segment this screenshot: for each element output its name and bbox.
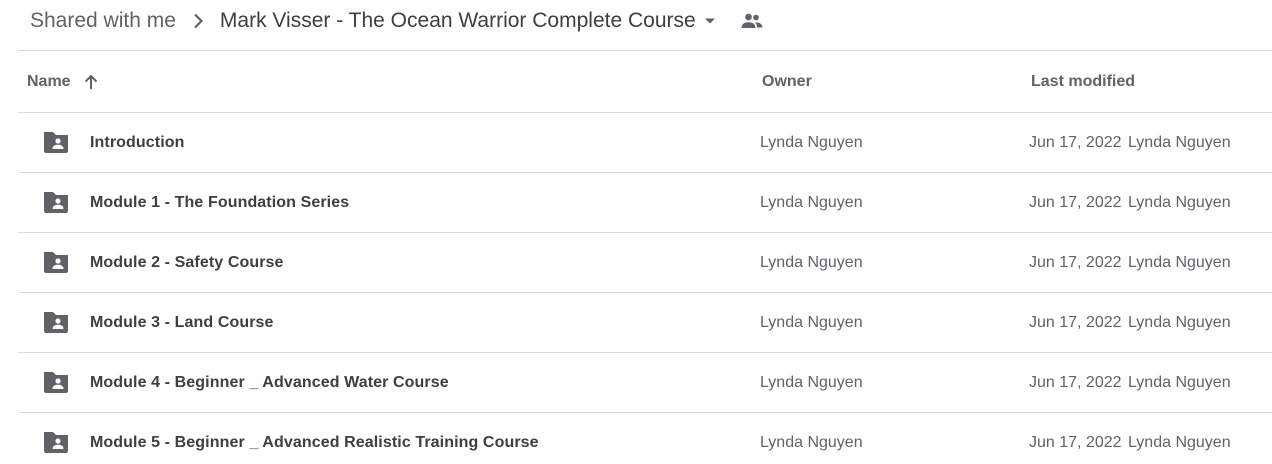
row-owner: Lynda Nguyen (760, 193, 863, 211)
row-modified-by: Lynda Nguyen (1128, 193, 1231, 211)
row-name: Module 4 - Beginner _ Advanced Water Cou… (90, 373, 449, 391)
row-name: Module 5 - Beginner _ Advanced Realistic… (90, 433, 539, 451)
breadcrumb: Shared with me Mark Visser - The Ocean W… (30, 0, 764, 42)
row-modified-date: Jun 17, 2022 (1029, 313, 1122, 331)
column-header-last-modified[interactable]: Last modified (1031, 51, 1135, 112)
row-owner: Lynda Nguyen (760, 133, 863, 151)
caret-down-icon[interactable] (704, 17, 716, 25)
row-name: Module 1 - The Foundation Series (90, 193, 350, 211)
breadcrumb-current-label: Mark Visser - The Ocean Warrior Complete… (219, 9, 696, 32)
row-modified-by: Lynda Nguyen (1128, 373, 1231, 391)
shared-folder-icon (42, 310, 70, 334)
shared-folder-icon (42, 430, 70, 454)
table-row[interactable]: Module 5 - Beginner _ Advanced Realistic… (18, 413, 1272, 464)
row-modified-date: Jun 17, 2022 (1029, 373, 1122, 391)
arrow-up-icon[interactable] (83, 74, 99, 90)
row-owner: Lynda Nguyen (760, 253, 863, 271)
row-owner: Lynda Nguyen (760, 433, 863, 451)
row-name: Module 3 - Land Course (90, 313, 274, 331)
shared-folder-icon (42, 250, 70, 274)
table-row[interactable]: Introduction Lynda Nguyen Jun 17, 2022 L… (18, 113, 1272, 173)
list-header: Name Owner Last modified (18, 51, 1272, 113)
shared-folder-icon (42, 370, 70, 394)
table-row[interactable]: Module 4 - Beginner _ Advanced Water Cou… (18, 353, 1272, 413)
file-list: Introduction Lynda Nguyen Jun 17, 2022 L… (18, 113, 1272, 464)
column-header-name-label: Name (27, 72, 71, 90)
row-modified-by: Lynda Nguyen (1128, 433, 1231, 451)
table-row[interactable]: Module 2 - Safety Course Lynda Nguyen Ju… (18, 233, 1272, 293)
shared-folder-icon (42, 190, 70, 214)
row-modified-date: Jun 17, 2022 (1029, 193, 1122, 211)
row-owner: Lynda Nguyen (760, 313, 863, 331)
shared-folder-icon (42, 130, 70, 154)
row-modified-by: Lynda Nguyen (1128, 253, 1231, 271)
chevron-right-icon (192, 13, 204, 29)
column-header-name[interactable]: Name (27, 51, 99, 112)
table-row[interactable]: Module 3 - Land Course Lynda Nguyen Jun … (18, 293, 1272, 353)
row-modified-by: Lynda Nguyen (1128, 133, 1231, 151)
breadcrumb-current-folder[interactable]: Mark Visser - The Ocean Warrior Complete… (220, 9, 696, 33)
breadcrumb-shared-with-me[interactable]: Shared with me (30, 9, 176, 33)
row-owner: Lynda Nguyen (760, 373, 863, 391)
row-modified-date: Jun 17, 2022 (1029, 133, 1122, 151)
column-header-owner[interactable]: Owner (762, 51, 812, 112)
row-modified-by: Lynda Nguyen (1128, 313, 1231, 331)
row-modified-date: Jun 17, 2022 (1029, 433, 1122, 451)
row-name: Introduction (90, 133, 185, 151)
row-modified-date: Jun 17, 2022 (1029, 253, 1122, 271)
row-name: Module 2 - Safety Course (90, 253, 284, 271)
people-icon[interactable] (740, 12, 764, 30)
table-row[interactable]: Module 1 - The Foundation Series Lynda N… (18, 173, 1272, 233)
